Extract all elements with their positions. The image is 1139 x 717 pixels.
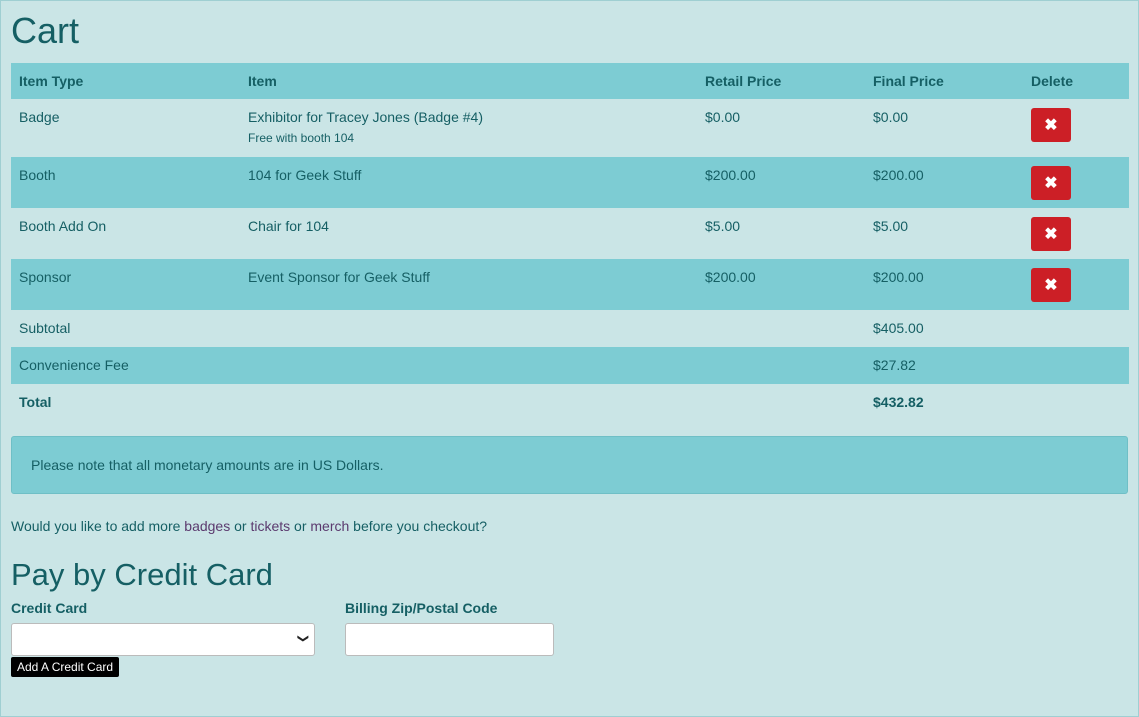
cell-item-type: Booth Add On xyxy=(19,218,107,234)
add-credit-card-button[interactable]: Add A Credit Card xyxy=(11,657,120,677)
cart-header-row: Item Type Item Retail Price Final Price … xyxy=(11,63,1129,99)
cell-final-price: $200.00 xyxy=(865,157,1023,208)
close-icon: ✖ xyxy=(1044,277,1058,294)
subtotal-label: Subtotal xyxy=(19,320,71,336)
cell-final-price: $0.00 xyxy=(873,109,909,125)
item-name: Exhibitor for Tracey Jones (Badge #4) xyxy=(248,109,484,125)
tickets-link[interactable]: tickets xyxy=(250,518,290,534)
merch-link[interactable]: merch xyxy=(310,518,349,534)
page: Cart Item Type Item Retail Price Final P… xyxy=(1,1,1138,677)
cart-title: Cart xyxy=(11,10,80,51)
header-item-type: Item Type xyxy=(11,63,240,99)
delete-button[interactable]: ✖ xyxy=(1031,166,1071,200)
add-more-prompt: Would you like to add more badges or tic… xyxy=(11,518,488,534)
cell-item-type: Badge xyxy=(19,109,60,125)
header-delete: Delete xyxy=(1023,63,1129,99)
zip-label: Billing Zip/Postal Code xyxy=(345,600,498,616)
table-row: Badge Exhibitor for Tracey Jones (Badge … xyxy=(11,99,1129,157)
close-icon: ✖ xyxy=(1044,117,1058,134)
close-icon: ✖ xyxy=(1044,226,1058,243)
cell-retail-price: $5.00 xyxy=(705,218,741,234)
pay-title: Pay by Credit Card xyxy=(11,557,273,592)
delete-button[interactable]: ✖ xyxy=(1031,217,1071,251)
header-final-price: Final Price xyxy=(865,63,1023,99)
payment-form: Credit Card ❯ Add A Credit Card Billing … xyxy=(11,600,1128,677)
cell-item: Event Sponsor for Geek Stuff xyxy=(240,259,697,310)
cell-delete: ✖ xyxy=(1023,157,1129,208)
currency-notice: Please note that all monetary amounts ar… xyxy=(11,436,1128,494)
cell-final-price: $5.00 xyxy=(873,218,909,234)
credit-card-label: Credit Card xyxy=(11,600,88,616)
total-label: Total xyxy=(19,394,52,410)
cell-retail-price: $0.00 xyxy=(705,109,741,125)
table-row: Booth Add On Chair for 104 $5.00 $5.00 ✖ xyxy=(11,208,1129,259)
cell-delete: ✖ xyxy=(1023,208,1129,259)
fee-value: $27.82 xyxy=(865,347,1023,384)
badges-link[interactable]: badges xyxy=(184,518,230,534)
header-item: Item xyxy=(240,63,697,99)
cell-item-type: Sponsor xyxy=(11,259,240,310)
delete-button[interactable]: ✖ xyxy=(1031,268,1071,302)
cell-item: Exhibitor for Tracey Jones (Badge #4) Fr… xyxy=(240,99,697,157)
item-name: 104 for Geek Stuff xyxy=(248,167,362,183)
cell-final-price: $200.00 xyxy=(865,259,1023,310)
subtotal-value: $405.00 xyxy=(873,320,924,336)
table-row: Sponsor Event Sponsor for Geek Stuff $20… xyxy=(11,259,1129,310)
cell-item-type: Booth xyxy=(11,157,240,208)
cell-item: Chair for 104 xyxy=(240,208,697,259)
fee-label: Convenience Fee xyxy=(11,347,240,384)
item-name: Chair for 104 xyxy=(248,218,329,234)
cell-retail-price: $200.00 xyxy=(697,157,865,208)
cell-item: 104 for Geek Stuff xyxy=(240,157,697,208)
zip-field: Billing Zip/Postal Code xyxy=(345,600,554,677)
subtotal-row: Subtotal $405.00 xyxy=(11,310,1129,347)
credit-card-field: Credit Card ❯ Add A Credit Card xyxy=(11,600,315,677)
cell-delete: ✖ xyxy=(1023,99,1129,157)
total-row: Total $432.82 xyxy=(11,384,1129,421)
close-icon: ✖ xyxy=(1044,175,1058,192)
item-name: Event Sponsor for Geek Stuff xyxy=(248,269,430,285)
zip-input[interactable] xyxy=(345,623,554,656)
table-row: Booth 104 for Geek Stuff $200.00 $200.00… xyxy=(11,157,1129,208)
cart-table: Item Type Item Retail Price Final Price … xyxy=(11,63,1129,421)
header-retail-price: Retail Price xyxy=(697,63,865,99)
credit-card-select[interactable]: ❯ xyxy=(11,623,315,656)
cell-retail-price: $200.00 xyxy=(697,259,865,310)
chevron-down-icon: ❯ xyxy=(296,633,309,644)
cell-delete: ✖ xyxy=(1023,259,1129,310)
fee-row: Convenience Fee $27.82 xyxy=(11,347,1129,384)
total-value: $432.82 xyxy=(873,394,924,410)
item-note: Free with booth 104 xyxy=(248,131,355,145)
delete-button[interactable]: ✖ xyxy=(1031,108,1071,142)
